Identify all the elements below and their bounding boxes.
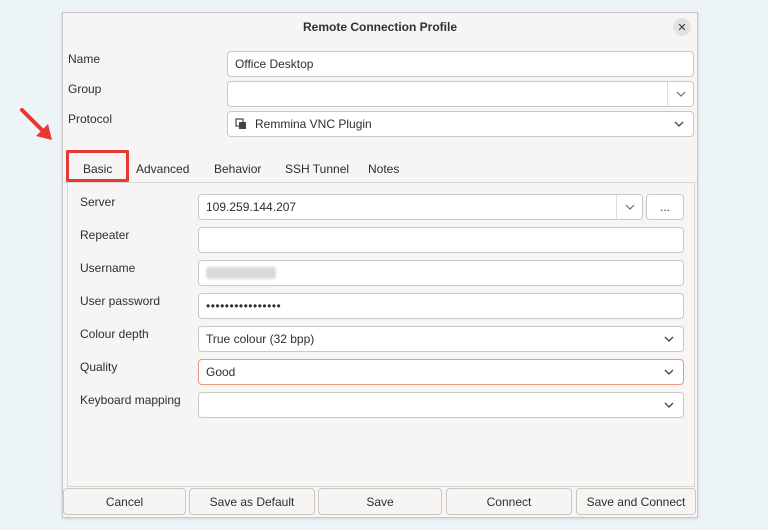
username-label: Username (80, 261, 136, 275)
save-button[interactable]: Save (318, 488, 442, 515)
chevron-down-icon (664, 402, 674, 408)
title-bar: Remote Connection Profile ✕ (63, 13, 697, 41)
tab-notes[interactable]: Notes (368, 162, 399, 176)
connect-button[interactable]: Connect (446, 488, 572, 515)
tab-advanced[interactable]: Advanced (136, 162, 189, 176)
chevron-down-icon (625, 204, 634, 210)
protocol-select-value: Remmina VNC Plugin (255, 117, 372, 131)
server-combo[interactable]: 109.259.144.207 (198, 194, 643, 220)
quality-select[interactable]: Good (198, 359, 684, 385)
group-combo[interactable] (227, 81, 694, 107)
browse-label: ... (659, 200, 670, 214)
close-icon: ✕ (677, 21, 687, 34)
name-input-value: Office Desktop (235, 57, 314, 71)
cancel-button[interactable]: Cancel (63, 488, 186, 515)
repeater-input[interactable] (198, 227, 684, 253)
password-input[interactable]: •••••••••••••••• (198, 293, 684, 319)
keyboard-mapping-select[interactable] (198, 392, 684, 418)
chevron-down-icon (674, 121, 684, 127)
colour-depth-label: Colour depth (80, 327, 149, 341)
chevron-down-icon (676, 91, 685, 97)
colour-depth-select[interactable]: True colour (32 bpp) (198, 326, 684, 352)
redacted-username (206, 267, 276, 279)
close-button[interactable]: ✕ (673, 18, 691, 36)
server-browse-button[interactable]: ... (646, 194, 684, 220)
server-label: Server (80, 195, 116, 209)
colour-depth-value: True colour (32 bpp) (206, 332, 315, 346)
repeater-label: Repeater (80, 228, 130, 242)
group-dropdown-button[interactable] (667, 82, 693, 106)
tab-ssh-tunnel[interactable]: SSH Tunnel (285, 162, 349, 176)
server-combo-value: 109.259.144.207 (206, 200, 297, 214)
remote-connection-profile-dialog: Remote Connection Profile ✕ Name Office … (62, 12, 698, 518)
group-label: Group (68, 82, 102, 96)
keyboard-mapping-label: Keyboard mapping (80, 393, 181, 407)
protocol-label: Protocol (68, 112, 113, 126)
password-label: User password (80, 294, 161, 308)
username-input[interactable] (198, 260, 684, 286)
window-title: Remote Connection Profile (302, 20, 457, 34)
arrow-icon (20, 108, 52, 140)
tab-bar: Basic Advanced Behavior SSH Tunnel Notes (63, 155, 697, 183)
protocol-select[interactable]: Remmina VNC Plugin (227, 111, 694, 137)
server-dropdown-button[interactable] (616, 195, 642, 219)
save-as-default-button[interactable]: Save as Default (189, 488, 315, 515)
basic-tab-panel: Server 109.259.144.207 ... Repeater User… (67, 183, 695, 487)
plugin-icon (235, 118, 249, 130)
name-input[interactable]: Office Desktop (227, 51, 694, 77)
password-input-value: •••••••••••••••• (206, 299, 282, 313)
save-and-connect-button[interactable]: Save and Connect (576, 488, 696, 515)
chevron-down-icon (664, 369, 674, 375)
name-label: Name (68, 52, 101, 66)
tab-highlight-box (66, 150, 129, 182)
quality-value: Good (206, 365, 236, 379)
tab-behavior[interactable]: Behavior (214, 162, 261, 176)
quality-label: Quality (80, 360, 118, 374)
chevron-down-icon (664, 336, 674, 342)
